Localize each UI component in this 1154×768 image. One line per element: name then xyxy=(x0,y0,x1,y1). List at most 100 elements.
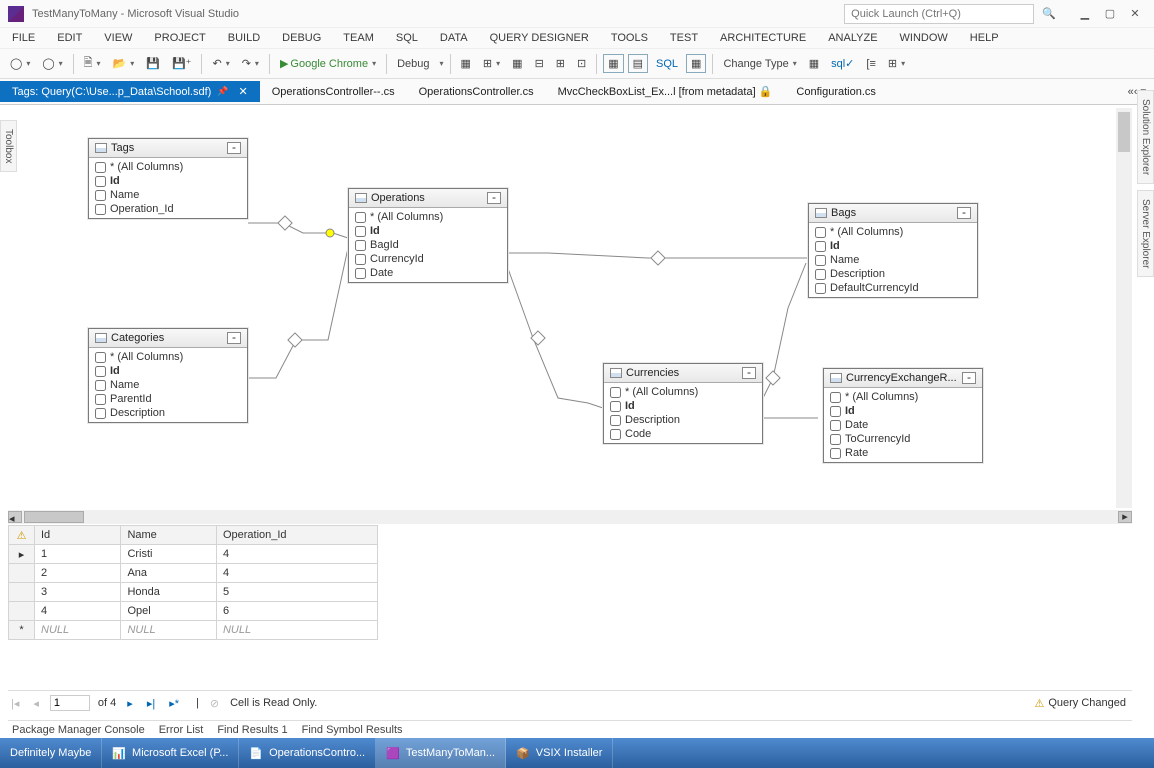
row-selector[interactable] xyxy=(9,564,35,583)
scroll-thumb[interactable] xyxy=(24,511,84,523)
menu-debug[interactable]: DEBUG xyxy=(282,32,321,44)
col-check[interactable] xyxy=(355,226,366,237)
tab-operations-controller-2[interactable]: OperationsController.cs xyxy=(407,82,546,102)
nav-fwd-button[interactable]: ◯▾ xyxy=(38,55,66,72)
table-currency-exchange[interactable]: CurrencyExchangeR...- * (All Columns) Id… xyxy=(823,368,983,463)
scroll-right-button[interactable]: ▸ xyxy=(1118,511,1132,523)
col-check[interactable] xyxy=(355,240,366,251)
table-row[interactable]: 2Ana4 xyxy=(9,564,378,583)
table-tags[interactable]: Tags- * (All Columns) Id Name Operation_… xyxy=(88,138,248,219)
taskbar-item[interactable]: 📊 Microsoft Excel (P... xyxy=(102,738,239,768)
table-collapse-button[interactable]: - xyxy=(487,192,501,204)
cell[interactable]: 4 xyxy=(216,545,377,564)
col-check[interactable] xyxy=(815,283,826,294)
taskbar-item[interactable]: 📄 OperationsContro... xyxy=(239,738,376,768)
nav-next-button[interactable]: ▸ xyxy=(124,697,136,710)
cell[interactable]: 6 xyxy=(216,602,377,621)
table-currencies[interactable]: Currencies- * (All Columns) Id Descripti… xyxy=(603,363,763,444)
col-check[interactable] xyxy=(95,408,106,419)
col-check[interactable] xyxy=(95,176,106,187)
tb-icon-6[interactable]: ⊡ xyxy=(573,55,590,72)
tab-package-manager[interactable]: Package Manager Console xyxy=(12,724,145,736)
col-check[interactable] xyxy=(815,269,826,280)
tb-icon-1[interactable]: ▦ xyxy=(457,55,475,72)
cell[interactable]: Honda xyxy=(121,583,216,602)
row-selector[interactable] xyxy=(9,602,35,621)
col-check[interactable] xyxy=(830,434,841,445)
tb-icon-5[interactable]: ⊞ xyxy=(552,55,569,72)
cell-null[interactable]: NULL xyxy=(35,621,121,640)
nav-back-button[interactable]: ◯▾ xyxy=(6,55,34,72)
cell[interactable]: 5 xyxy=(216,583,377,602)
tb-icon-3[interactable]: ▦ xyxy=(508,55,526,72)
col-check[interactable] xyxy=(815,241,826,252)
server-explorer-tab[interactable]: Server Explorer xyxy=(1137,190,1154,277)
tab-operations-controller-1[interactable]: OperationsController--.cs xyxy=(260,82,407,102)
menu-analyze[interactable]: ANALYZE xyxy=(828,32,877,44)
table-collapse-button[interactable]: - xyxy=(742,367,756,379)
cell[interactable]: 3 xyxy=(35,583,121,602)
cell[interactable]: 4 xyxy=(216,564,377,583)
change-type-button[interactable]: Change Type▾ xyxy=(719,56,800,72)
restore-button[interactable]: ▢ xyxy=(1099,7,1121,20)
close-tab-icon[interactable]: ✕ xyxy=(239,85,248,98)
col-check[interactable] xyxy=(815,227,826,238)
menu-data[interactable]: DATA xyxy=(440,32,468,44)
query-designer-surface[interactable]: Tags- * (All Columns) Id Name Operation_… xyxy=(28,108,1132,508)
tab-error-list[interactable]: Error List xyxy=(159,724,204,736)
nav-first-button[interactable]: |◂ xyxy=(8,697,22,710)
menu-help[interactable]: HELP xyxy=(970,32,999,44)
cell[interactable]: Ana xyxy=(121,564,216,583)
menu-query-designer[interactable]: QUERY DESIGNER xyxy=(490,32,589,44)
results-pane-button[interactable]: ▦ xyxy=(686,54,706,73)
table-collapse-button[interactable]: - xyxy=(227,332,241,344)
col-check[interactable] xyxy=(610,429,621,440)
menu-sql[interactable]: SQL xyxy=(396,32,418,44)
cell[interactable]: 1 xyxy=(35,545,121,564)
col-check[interactable] xyxy=(610,401,621,412)
menu-test[interactable]: TEST xyxy=(670,32,698,44)
col-check[interactable] xyxy=(830,448,841,459)
table-row-new[interactable]: *NULLNULLNULL xyxy=(9,621,378,640)
results-grid[interactable]: ⚠ Id Name Operation_Id ▸1Cristi4 2Ana4 3… xyxy=(8,525,1132,640)
col-check[interactable] xyxy=(830,420,841,431)
table-row[interactable]: 4Opel6 xyxy=(9,602,378,621)
scrollbar-thumb[interactable] xyxy=(1118,112,1130,152)
taskbar-item[interactable]: Definitely Maybe xyxy=(0,738,102,768)
undo-button[interactable]: ↶▾ xyxy=(208,55,233,72)
sql-pane-button[interactable]: SQL xyxy=(652,56,682,72)
nav-stop-button[interactable]: ⊘ xyxy=(207,697,222,710)
cell[interactable]: Cristi xyxy=(121,545,216,564)
col-check[interactable] xyxy=(355,212,366,223)
col-check[interactable] xyxy=(95,162,106,173)
table-categories[interactable]: Categories- * (All Columns) Id Name Pare… xyxy=(88,328,248,423)
col-check[interactable] xyxy=(355,268,366,279)
menu-edit[interactable]: EDIT xyxy=(57,32,82,44)
menu-file[interactable]: FILE xyxy=(12,32,35,44)
minimize-button[interactable]: ▁ xyxy=(1074,7,1096,20)
table-collapse-button[interactable]: - xyxy=(957,207,971,219)
tb-icon-7[interactable]: ▦ xyxy=(805,55,823,72)
vertical-scrollbar[interactable] xyxy=(1116,108,1132,508)
col-check[interactable] xyxy=(95,366,106,377)
col-check[interactable] xyxy=(830,392,841,403)
menu-team[interactable]: TEAM xyxy=(343,32,374,44)
col-check[interactable] xyxy=(95,394,106,405)
nav-position-input[interactable] xyxy=(50,695,90,711)
scroll-left-button[interactable]: ◂ xyxy=(8,511,22,523)
config-dropdown[interactable]: Debug xyxy=(393,56,433,72)
criteria-pane-button[interactable]: ▤ xyxy=(628,54,648,73)
solution-explorer-tab[interactable]: Solution Explorer xyxy=(1137,90,1154,184)
nav-new-button[interactable]: ▸* xyxy=(166,697,182,710)
col-check[interactable] xyxy=(355,254,366,265)
table-row[interactable]: ▸1Cristi4 xyxy=(9,545,378,564)
menu-tools[interactable]: TOOLS xyxy=(611,32,648,44)
pin-icon[interactable]: 📌 xyxy=(217,86,228,97)
cell[interactable]: 2 xyxy=(35,564,121,583)
close-button[interactable]: ✕ xyxy=(1124,7,1146,20)
menu-window[interactable]: WINDOW xyxy=(900,32,948,44)
cell[interactable]: 4 xyxy=(35,602,121,621)
config-dropdown-arrow[interactable]: ▾ xyxy=(440,59,444,68)
col-check[interactable] xyxy=(610,387,621,398)
redo-button[interactable]: ↷▾ xyxy=(238,55,263,72)
